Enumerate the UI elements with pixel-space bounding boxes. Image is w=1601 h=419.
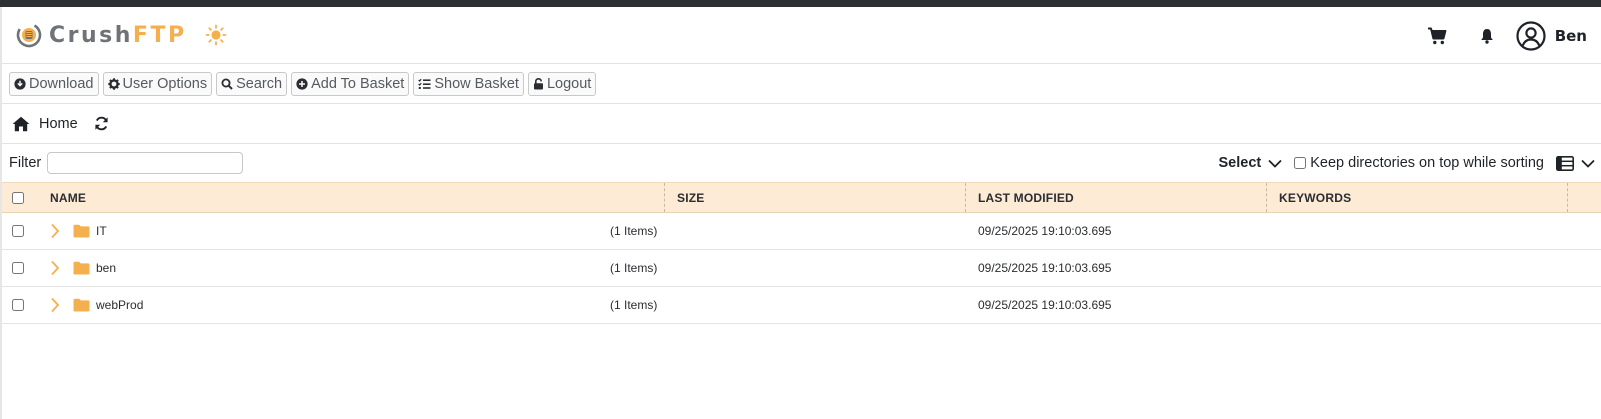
refresh-icon <box>95 116 108 131</box>
folder-icon <box>73 298 90 312</box>
table-row[interactable]: webProd (1 Items) 09/25/2025 19:10:03.69… <box>2 287 1601 324</box>
user-avatar-icon <box>1516 20 1546 51</box>
window-top-strip <box>0 0 1601 7</box>
download-label: Download <box>29 75 94 92</box>
refresh-button[interactable] <box>94 116 110 132</box>
last-modified: 09/25/2025 19:10:03.695 <box>978 224 1112 238</box>
file-name[interactable]: IT <box>96 213 107 249</box>
user-options-label: User Options <box>122 75 208 92</box>
select-all-checkbox[interactable] <box>12 191 24 204</box>
view-mode-dropdown[interactable] <box>1556 155 1595 171</box>
cart-button[interactable] <box>1426 25 1448 47</box>
row-select-cell <box>12 250 24 286</box>
download-button[interactable]: Download <box>9 71 99 96</box>
bell-icon <box>1480 28 1493 44</box>
table-row[interactable]: IT (1 Items) 09/25/2025 19:10:03.695 <box>2 213 1601 250</box>
column-divider[interactable] <box>664 183 665 212</box>
folder-icon-cell <box>73 213 90 249</box>
select-all-cell <box>12 183 26 212</box>
search-label: Search <box>236 75 283 92</box>
table-row[interactable]: ben (1 Items) 09/25/2025 19:10:03.695 <box>2 250 1601 287</box>
logo-text-ftp: FTP <box>132 22 187 48</box>
cart-icon <box>1427 27 1447 44</box>
item-count: (1 Items) <box>610 298 658 312</box>
column-header-keywords[interactable]: KEYWORDS <box>1279 183 1351 212</box>
user-menu[interactable]: Ben <box>1516 20 1587 51</box>
file-name[interactable]: webProd <box>96 287 143 323</box>
breadcrumb: Home <box>2 104 1601 144</box>
breadcrumb-home[interactable]: Home <box>39 116 78 132</box>
keep-directories-toggle[interactable]: Keep directories on top while sorting <box>1294 155 1544 171</box>
row-select-cell <box>12 287 24 323</box>
folder-icon-cell <box>73 287 90 323</box>
filter-controls: Select Keep directories on top while sor… <box>1219 144 1595 182</box>
logo-wordmark: CrushFTP <box>49 23 187 48</box>
home-icon <box>12 116 30 131</box>
row-checkbox[interactable] <box>12 299 24 311</box>
item-count: (1 Items) <box>610 224 658 238</box>
folder-icon-cell <box>73 250 90 286</box>
user-options-button[interactable]: User Options <box>102 71 213 96</box>
plus-circle-icon <box>296 77 308 90</box>
row-checkbox[interactable] <box>12 262 24 274</box>
show-basket-button[interactable]: Show Basket <box>413 71 524 96</box>
search-button[interactable]: Search <box>216 71 288 96</box>
file-table-body: IT (1 Items) 09/25/2025 19:10:03.695 ben… <box>2 213 1601 324</box>
logo-text-crush: Crush <box>49 22 133 48</box>
chevron-right-icon <box>51 260 60 276</box>
gear-icon <box>107 77 120 90</box>
column-header-last-modified[interactable]: LAST MODIFIED <box>978 183 1074 212</box>
row-select-cell <box>12 213 24 249</box>
expand-toggle[interactable] <box>50 213 60 249</box>
column-divider[interactable] <box>1567 183 1568 212</box>
show-basket-label: Show Basket <box>434 75 519 92</box>
file-name[interactable]: ben <box>96 250 116 286</box>
chevron-right-icon <box>51 223 60 239</box>
chevron-right-icon <box>51 297 60 313</box>
column-header-size[interactable]: SIZE <box>677 183 704 212</box>
table-view-icon <box>1556 155 1574 171</box>
column-divider[interactable] <box>1266 183 1267 212</box>
search-icon <box>221 78 233 90</box>
item-count: (1 Items) <box>610 261 658 275</box>
add-to-basket-label: Add To Basket <box>311 75 405 92</box>
last-modified: 09/25/2025 19:10:03.695 <box>978 261 1112 275</box>
logout-button[interactable]: Logout <box>527 71 597 96</box>
select-label: Select <box>1218 155 1262 171</box>
column-header-name[interactable]: NAME <box>50 183 86 212</box>
list-check-icon <box>418 78 431 89</box>
expand-toggle[interactable] <box>50 287 60 323</box>
crushftp-app: CrushFTP Ben Download User Options Searc… <box>2 7 1601 419</box>
home-button[interactable] <box>12 115 30 133</box>
filter-label: Filter <box>9 155 42 171</box>
folder-icon <box>73 224 90 238</box>
unlock-icon <box>533 77 543 89</box>
crushftp-logo-icon <box>16 22 42 48</box>
header-actions: Ben <box>1426 7 1601 64</box>
select-dropdown[interactable]: Select <box>1219 155 1283 171</box>
user-name: Ben <box>1554 26 1587 45</box>
add-to-basket-button[interactable]: Add To Basket <box>291 71 410 96</box>
action-toolbar: Download User Options Search Add To Bask… <box>2 64 1601 104</box>
sun-icon <box>205 24 226 46</box>
column-divider[interactable] <box>965 183 966 212</box>
notifications-button[interactable] <box>1476 25 1498 47</box>
chevron-down-icon <box>1581 159 1595 168</box>
filter-input[interactable] <box>47 152 244 174</box>
chevron-down-icon <box>1268 159 1282 168</box>
keep-directories-checkbox[interactable] <box>1294 157 1307 169</box>
file-table-header: NAME SIZE LAST MODIFIED KEYWORDS <box>2 182 1601 213</box>
row-checkbox[interactable] <box>12 225 24 237</box>
logout-label: Logout <box>546 75 592 92</box>
theme-toggle[interactable] <box>205 24 227 46</box>
expand-toggle[interactable] <box>50 250 60 286</box>
filter-bar: Filter Select Keep directories on top wh… <box>2 144 1601 182</box>
keep-directories-label: Keep directories on top while sorting <box>1310 155 1544 171</box>
download-circle-icon <box>14 77 26 90</box>
crushftp-logo[interactable]: CrushFTP <box>16 22 187 48</box>
app-header: CrushFTP Ben <box>2 7 1601 64</box>
folder-icon <box>73 261 90 275</box>
last-modified: 09/25/2025 19:10:03.695 <box>978 298 1112 312</box>
